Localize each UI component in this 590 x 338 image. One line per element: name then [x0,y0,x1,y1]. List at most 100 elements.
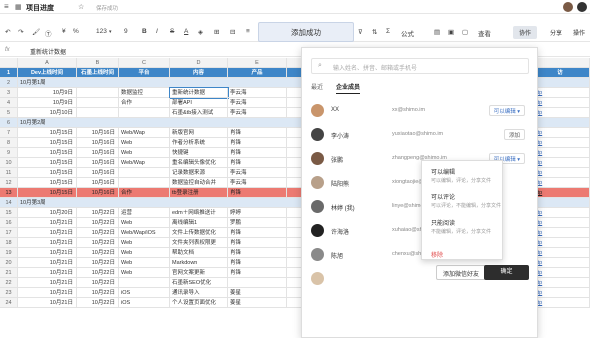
doc-title[interactable]: 项目进度 [26,3,54,13]
table-cell[interactable]: 10月22日 [77,218,119,228]
table-cell[interactable]: http [531,188,590,198]
table-cell[interactable]: 肖锋 [228,248,287,258]
table-cell[interactable]: 罗鹏 [228,218,287,228]
bold-icon[interactable]: B [142,28,147,35]
table-cell[interactable]: http [531,178,590,188]
table-cell[interactable]: 数据监控 [119,88,170,98]
row-number[interactable]: 12 [0,178,18,188]
table-cell[interactable]: 10月21日 [18,258,77,268]
table-cell[interactable]: 通讯录导入 [170,288,228,298]
row-number[interactable]: 18 [0,238,18,248]
row-number[interactable]: 2 [0,78,18,88]
perm-option-edit[interactable]: 可以编辑 可以编辑，评论，分享文件 [431,167,491,184]
perm-option-comment[interactable]: 可以评论 可以评论，不能编辑，分享文件 [431,192,501,209]
table-cell[interactable]: http [531,168,590,178]
table-cell[interactable] [119,108,170,118]
redo-icon[interactable]: ↷ [18,28,23,36]
border-icon[interactable]: ⊞ [214,28,219,36]
table-cell[interactable]: http [531,248,590,258]
table-cell[interactable]: 10月22日 [77,228,119,238]
row-number[interactable] [0,58,18,68]
table-cell[interactable]: 李云海 [228,168,287,178]
comment-icon[interactable]: ▢ [462,28,468,36]
chevron-down-icon[interactable]: ▾ [109,29,112,35]
table-cell[interactable]: http [531,148,590,158]
table-cell[interactable]: http [531,238,590,248]
table-cell[interactable]: E [228,58,287,68]
table-cell[interactable]: Web [119,238,170,248]
table-cell[interactable]: 姜星 [228,298,287,308]
table-cell[interactable]: 合作 [119,98,170,108]
table-cell[interactable] [77,108,119,118]
table-cell[interactable]: 10月21日 [18,268,77,278]
row-number[interactable]: 4 [0,98,18,108]
table-cell[interactable]: Markdown [170,258,228,268]
row-number[interactable]: 9 [0,148,18,158]
table-cell[interactable]: 肖锋 [228,128,287,138]
table-cell[interactable]: 10月16日 [77,168,119,178]
format-painter-icon[interactable]: 🖌 [32,28,40,36]
table-cell[interactable]: http [531,208,590,218]
table-cell[interactable]: 10月15日 [18,178,77,188]
table-cell[interactable]: 文件上传数据优化 [170,228,228,238]
table-cell[interactable]: http [531,88,590,98]
permission-dropdown[interactable]: 可以编辑 ▾ [488,105,525,116]
share-button[interactable]: 分享 [544,26,568,39]
row-number[interactable]: 17 [0,228,18,238]
table-cell[interactable]: http [531,108,590,118]
table-cell[interactable]: 10月21日 [18,238,77,248]
tab-recent[interactable]: 最近 [311,82,323,91]
row-number[interactable]: 22 [0,278,18,288]
table-cell[interactable]: 姜星 [228,288,287,298]
table-cell[interactable]: 离线编辑1 [170,218,228,228]
table-cell[interactable]: 10月21日 [18,288,77,298]
table-cell[interactable]: 帮助文档 [170,248,228,258]
avatar[interactable] [563,2,573,12]
table-cell[interactable]: 10月22日 [77,238,119,248]
table-cell[interactable]: 部署API [170,98,228,108]
table-cell[interactable]: 李云海 [228,178,287,188]
row-number[interactable]: 8 [0,138,18,148]
table-cell[interactable]: 官网文案更新 [170,268,228,278]
row-number[interactable]: 21 [0,268,18,278]
table-cell[interactable]: 石墨上线时间 [77,68,119,78]
table-cell[interactable]: 10月16日 [77,178,119,188]
table-cell[interactable]: 肖锋 [228,258,287,268]
menu-icon[interactable]: ≡ [4,2,9,11]
row-number[interactable]: 24 [0,298,18,308]
view-menu[interactable]: 查看 [478,28,491,38]
row-number[interactable]: 15 [0,208,18,218]
table-cell[interactable]: Web [119,138,170,148]
font-size-select[interactable]: 9 [124,28,128,35]
table-cell[interactable]: iOS [119,298,170,308]
table-cell[interactable]: 重名编辑头像优化 [170,158,228,168]
table-cell[interactable]: 10月22日 [77,258,119,268]
table-cell[interactable]: tb登录注册 [170,188,228,198]
row-number[interactable]: 20 [0,258,18,268]
member-row[interactable]: 李小涛 yuxiaotao@shimo.im 添加 [311,124,529,146]
chart-icon[interactable]: ▤ [434,28,440,36]
avatar[interactable] [577,2,587,12]
table-cell[interactable]: 个人设置页面优化 [170,298,228,308]
table-cell[interactable]: http [531,128,590,138]
table-cell[interactable]: 产品 [228,68,287,78]
table-cell[interactable] [228,278,287,288]
table-cell[interactable]: 10月22日 [77,278,119,288]
operations-button[interactable]: 操作 [570,26,588,39]
table-cell[interactable] [119,278,170,288]
table-cell[interactable]: 10月15日 [18,168,77,178]
row-number[interactable]: 10 [0,158,18,168]
table-cell[interactable]: 10月21日 [18,278,77,288]
table-cell[interactable]: 10月22日 [77,248,119,258]
invite-wechat-button[interactable]: 添加微信好友 [436,265,487,280]
function-icon[interactable]: Σ [386,28,390,35]
table-cell[interactable]: http [531,278,590,288]
table-cell[interactable]: http [531,228,590,238]
collaborate-button[interactable]: 协作 [513,26,538,39]
table-cell[interactable]: D [170,58,228,68]
row-number[interactable]: 6 [0,118,18,128]
table-cell[interactable]: 李云海 [228,98,287,108]
table-cell[interactable]: 10月9日 [18,88,77,98]
italic-icon[interactable]: I [156,28,158,35]
table-cell[interactable]: 10月21日 [18,218,77,228]
